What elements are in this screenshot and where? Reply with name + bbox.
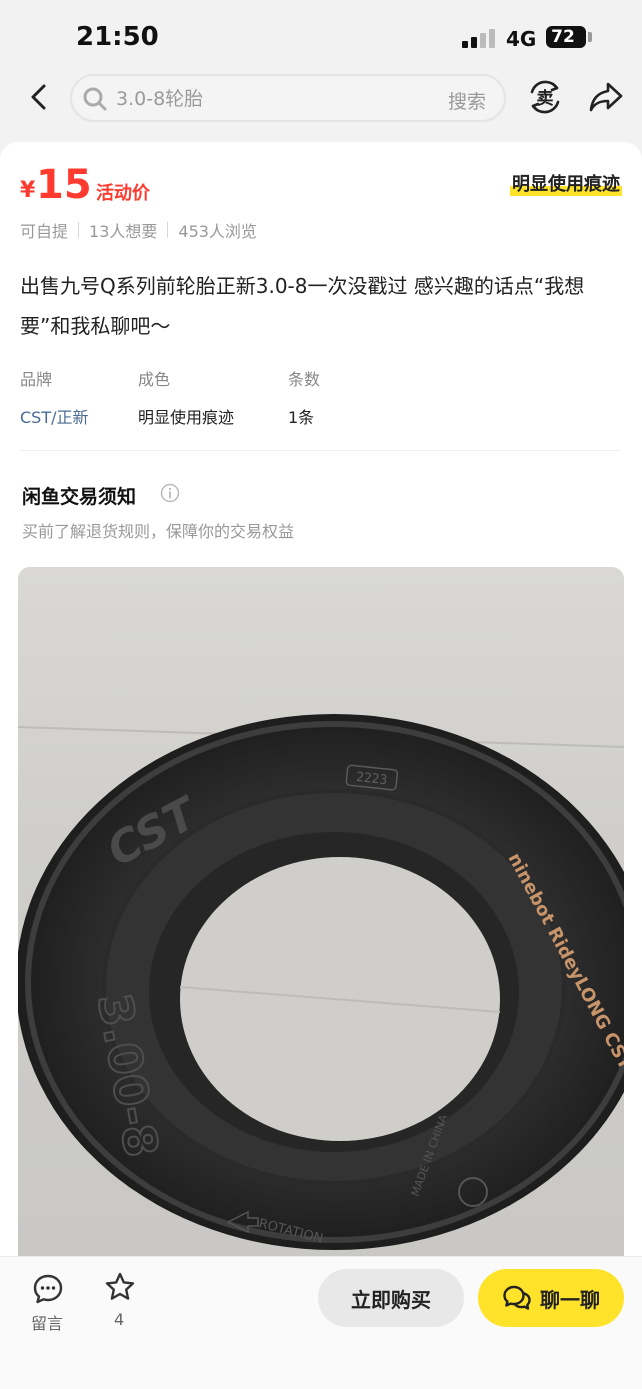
comment-label: 留言 [31, 1314, 64, 1333]
status-time: 21:50 [76, 22, 159, 52]
meta-divider [167, 222, 169, 238]
chat-label: 聊一聊 [540, 1287, 600, 1312]
sell-icon-label: 卖 [537, 88, 554, 109]
spec-condition: 成色 明显使用痕迹 [138, 366, 234, 428]
sell-button[interactable]: 卖 [526, 78, 564, 116]
meta-views: 453人浏览 [178, 222, 257, 241]
spec-label: 品牌 [20, 370, 53, 389]
chat-button[interactable]: 聊一聊 [478, 1269, 624, 1327]
sell-icon: 卖 [530, 80, 560, 114]
search-icon [83, 87, 107, 111]
product-card: ¥ 15 活动价 明显使用痕迹 可自提 13人想要 453人浏览 出售九号Q系列… [0, 142, 642, 1262]
product-description: 出售九号Q系列前轮胎正新3.0-8一次没戳过 感兴趣的话点“我想要”和我私聊吧～ [20, 274, 585, 338]
spec-brand: 品牌 CST/正新 [20, 366, 89, 428]
buy-now-label: 立即购买 [351, 1287, 431, 1312]
product-meta: 可自提 13人想要 453人浏览 [20, 218, 257, 242]
price: 15 [36, 162, 92, 208]
notice-subtitle: 买前了解退货规则，保障你的交易权益 [22, 522, 295, 541]
spec-label: 条数 [288, 370, 321, 389]
bottom-action-bar: 留言 4 立即购买 聊一聊 [0, 1256, 642, 1389]
spec-value: 明显使用痕迹 [138, 408, 235, 427]
comment-icon [33, 1274, 63, 1304]
notice-title[interactable]: 闲鱼交易须知 [22, 482, 136, 509]
search-input[interactable]: 3.0-8轮胎 搜索 [70, 74, 506, 122]
meta-divider [78, 222, 80, 238]
info-icon[interactable] [160, 483, 180, 503]
share-icon [589, 82, 623, 112]
spec-label: 成色 [138, 370, 171, 389]
price-tag: 活动价 [96, 183, 150, 204]
condition-tag: 明显使用痕迹 [510, 170, 622, 196]
search-button[interactable]: 搜索 [448, 87, 486, 114]
buy-now-button[interactable]: 立即购买 [318, 1269, 464, 1327]
chat-icon [503, 1285, 531, 1310]
share-button[interactable] [588, 80, 624, 114]
star-icon [105, 1272, 135, 1300]
battery-icon: 72 [546, 26, 586, 48]
meta-wants: 13人想要 [89, 222, 158, 241]
battery-cap [588, 32, 592, 42]
product-photo[interactable]: CST 2223 ninebot RideyLONG CST 3.00-8 RO… [18, 567, 624, 1262]
chevron-left-icon [31, 84, 46, 110]
tire-image: CST 2223 ninebot RideyLONG CST 3.00-8 RO… [18, 714, 624, 1250]
battery-level: 72 [551, 27, 575, 47]
search-query: 3.0-8轮胎 [116, 88, 204, 110]
meta-pickup: 可自提 [20, 222, 69, 241]
favorite-count: 4 [114, 1310, 125, 1329]
back-button[interactable] [22, 80, 56, 114]
divider [20, 450, 620, 451]
spec-value: 1条 [288, 408, 315, 427]
network-type: 4G [506, 27, 537, 51]
status-bar: 21:50 4G 72 [0, 0, 642, 70]
signal-icon [462, 28, 496, 48]
price-currency: ¥ [20, 178, 36, 203]
brand-link[interactable]: CST/正新 [20, 404, 89, 428]
spec-quantity: 条数 1条 [288, 366, 320, 428]
